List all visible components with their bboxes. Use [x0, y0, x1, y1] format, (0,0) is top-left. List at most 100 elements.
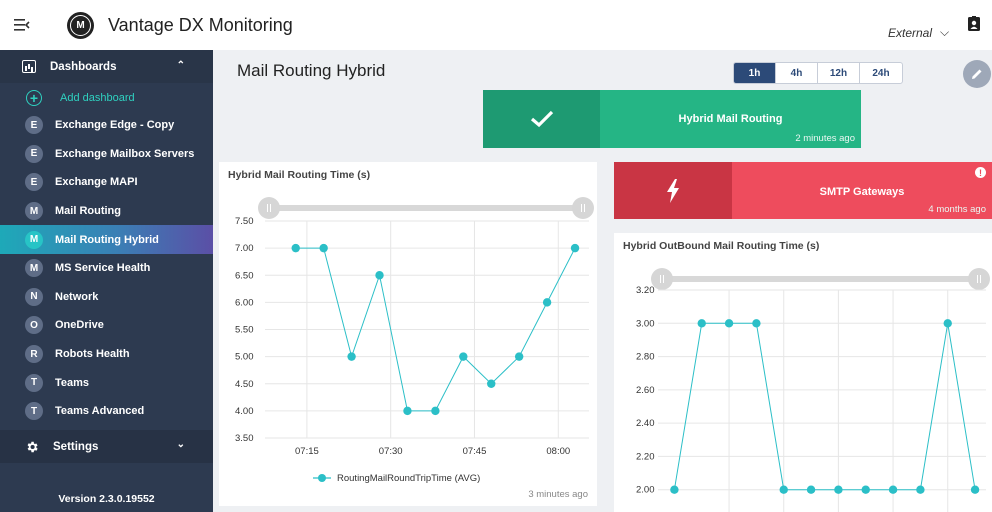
- y-tick-label: 2.40: [636, 418, 655, 429]
- sidebar-item-label: Robots Health: [55, 348, 130, 361]
- top-bar: M Vantage DX Monitoring External ⌵: [0, 0, 992, 50]
- sidebar-item[interactable]: N Network: [0, 283, 213, 312]
- y-tick-label: 2.60: [636, 385, 655, 396]
- y-tick-label: 7.50: [235, 216, 254, 227]
- add-dashboard-button[interactable]: + Add dashboard: [0, 85, 213, 111]
- range-button[interactable]: 12h: [818, 63, 860, 83]
- data-point: [570, 243, 580, 253]
- sidebar-item-label: OneDrive: [55, 319, 104, 332]
- data-point: [375, 271, 384, 280]
- data-point: [724, 319, 734, 328]
- page-title: Mail Routing Hybrid: [237, 61, 386, 80]
- edit-button[interactable]: [963, 60, 991, 88]
- dashboard-badge: R: [25, 345, 43, 364]
- chart-timestamp: 3 minutes ago: [528, 489, 588, 500]
- data-point: [888, 485, 898, 494]
- data-point: [916, 485, 925, 494]
- sidebar-item[interactable]: T Teams Advanced: [0, 397, 213, 426]
- chevron-up-icon: ⌃: [176, 60, 185, 71]
- account-label: External: [888, 25, 933, 40]
- sidebar-item[interactable]: R Robots Health: [0, 340, 213, 369]
- chevron-down-icon: ⌵: [940, 25, 950, 39]
- status-error-area: [614, 162, 732, 219]
- range-slider-track: [662, 276, 979, 282]
- sidebar-item[interactable]: M Mail Routing: [0, 197, 213, 226]
- data-point: [779, 485, 788, 494]
- sidebar-item-label: Mail Routing Hybrid: [55, 233, 159, 246]
- sidebar-item[interactable]: M Mail Routing Hybrid: [0, 225, 213, 254]
- range-slider-handle[interactable]: [572, 197, 594, 219]
- data-point: [943, 319, 952, 328]
- data-point: [752, 319, 761, 328]
- sidebar-item[interactable]: M MS Service Health: [0, 254, 213, 283]
- data-point: [319, 243, 328, 253]
- data-point: [861, 485, 870, 494]
- settings-toggle[interactable]: Settings ⌄: [0, 430, 213, 463]
- dashboard-badge: O: [25, 316, 43, 335]
- y-tick-label: 4.00: [235, 406, 254, 417]
- data-point: [542, 298, 552, 307]
- sidebar-item-label: Exchange Edge - Copy: [55, 119, 175, 132]
- data-point: [970, 485, 980, 494]
- y-tick-label: 2.80: [636, 352, 655, 363]
- hybrid-routing-time-card: Hybrid Mail Routing Time (s) 3.50 4.00 4.5…: [219, 162, 597, 506]
- data-point: [514, 352, 524, 361]
- dashboard-badge: N: [25, 287, 43, 306]
- dashboard-badge: M: [25, 259, 43, 278]
- y-tick-label: 5.00: [235, 352, 254, 363]
- x-tick-label: 07:30: [379, 446, 403, 457]
- legend-label: RoutingMailRoundTripTime (AVG): [337, 473, 480, 484]
- smtp-gateways-tile[interactable]: ! SMTP Gateways 4 months ago: [614, 162, 992, 219]
- sidebar-item[interactable]: E Exchange Mailbox Servers: [0, 140, 213, 169]
- dashboards-toggle[interactable]: Dashboards ⌃: [0, 50, 213, 83]
- dashboards-label: Dashboards: [50, 60, 117, 73]
- tile-name: SMTP Gateways: [819, 186, 905, 198]
- x-tick-label: 07:45: [463, 446, 487, 457]
- y-tick-label: 3.50: [235, 433, 254, 444]
- data-point: [347, 352, 356, 361]
- data-point: [487, 379, 496, 388]
- gear-icon: [27, 441, 38, 452]
- line-chart: 3.50 4.00 4.50 5.00 5.50 6.00 6.50 7.00 7.50 07:1…: [235, 197, 594, 484]
- time-range-selector: 1h 4h 12h 24h: [733, 62, 903, 84]
- tile-name: Hybrid Mail Routing: [678, 113, 783, 125]
- range-button[interactable]: 1h: [734, 63, 776, 83]
- range-button[interactable]: 4h: [776, 63, 818, 83]
- version-label: Version 2.3.0.19552: [58, 493, 155, 505]
- outbound-routing-time-card: Hybrid OutBound Mail Routing Time (s) 1.…: [614, 233, 992, 512]
- account-select[interactable]: External ⌵: [888, 25, 949, 40]
- dashboard-badge: M: [25, 202, 43, 221]
- hybrid-mail-routing-tile[interactable]: Hybrid Mail Routing 2 minutes ago: [483, 90, 861, 148]
- line-chart: 1.802.002.202.402.602.803.003.20: [636, 268, 990, 512]
- y-tick-label: 6.50: [235, 270, 254, 281]
- y-tick-label: 3.00: [636, 318, 655, 329]
- data-point: [403, 406, 412, 416]
- y-tick-label: 4.50: [235, 379, 254, 390]
- range-slider-handle[interactable]: [968, 268, 990, 290]
- sidebar-item[interactable]: O OneDrive: [0, 311, 213, 340]
- sidebar-item-label: Teams: [55, 376, 90, 389]
- contact-card-icon[interactable]: [966, 16, 982, 32]
- sidebar-item[interactable]: T Teams: [0, 368, 213, 397]
- sidebar-item-label: MS Service Health: [55, 262, 151, 275]
- sidebar-item-label: Mail Routing: [55, 205, 121, 218]
- range-slider-handle[interactable]: [258, 197, 280, 219]
- x-tick-label: 07:15: [295, 446, 319, 457]
- range-slider-track: [269, 205, 583, 211]
- sidebar-item-label: Exchange MAPI: [55, 176, 138, 189]
- sidebar-item[interactable]: E Exchange Edge - Copy: [0, 111, 213, 140]
- menu-collapse-icon[interactable]: [14, 18, 30, 32]
- y-tick-label: 6.00: [235, 297, 254, 308]
- chevron-down-icon: ⌄: [176, 439, 185, 450]
- legend-marker: [318, 474, 326, 482]
- sidebar-item-label: Teams Advanced: [55, 405, 145, 418]
- alert-icon: !: [975, 167, 986, 178]
- dashboard-badge: M: [25, 230, 43, 249]
- pencil-icon: [972, 69, 982, 79]
- y-tick-label: 2.00: [636, 485, 655, 496]
- tile-timestamp: 4 months ago: [928, 204, 986, 215]
- sidebar-item[interactable]: E Exchange MAPI: [0, 168, 213, 197]
- range-button[interactable]: 24h: [860, 63, 902, 83]
- y-tick-label: 3.20: [636, 285, 655, 296]
- data-point: [670, 485, 679, 494]
